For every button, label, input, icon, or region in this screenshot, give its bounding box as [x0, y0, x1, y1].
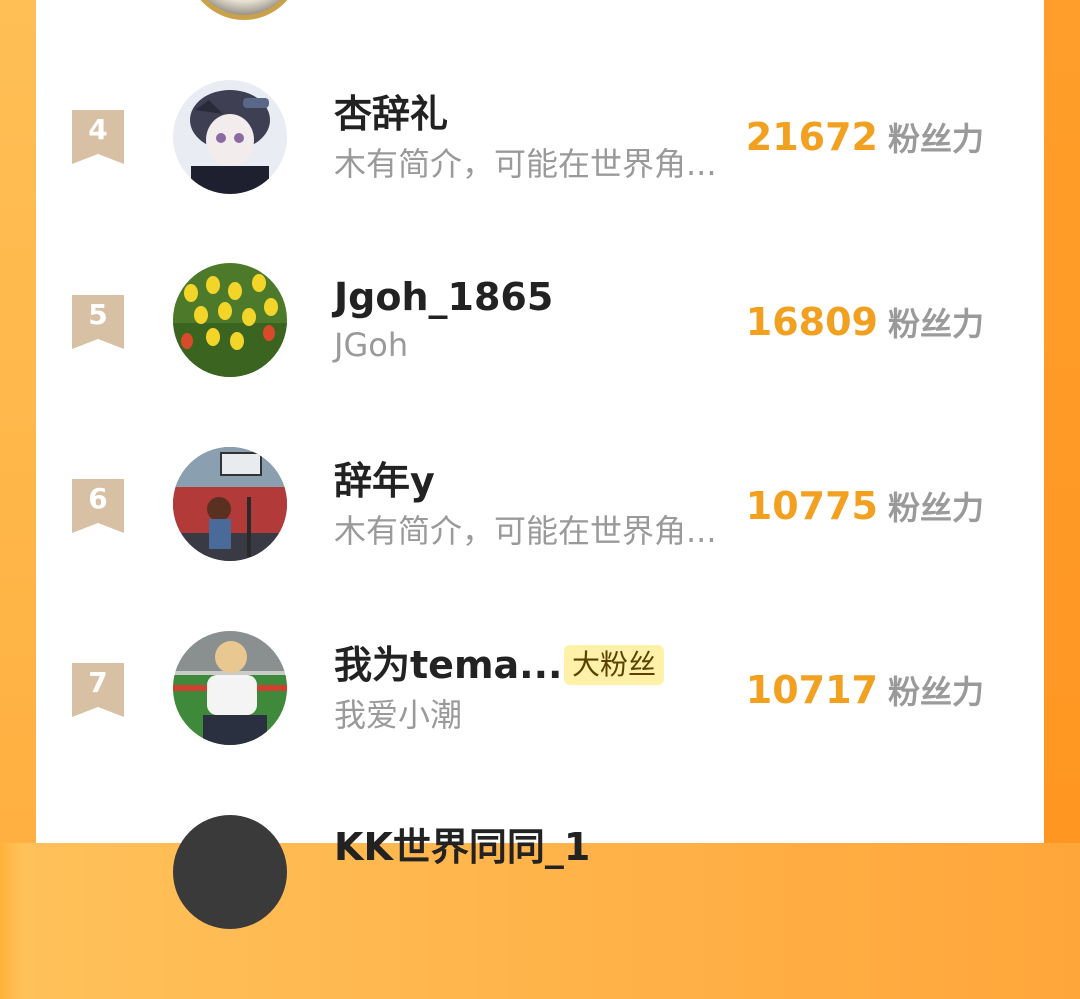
score-value: 16809 [745, 300, 878, 344]
anime-bus-stop-avatar[interactable] [173, 447, 287, 561]
right-frame [1044, 0, 1080, 843]
fan-power-score: 10775 粉丝力 [746, 483, 984, 529]
score-value: 10775 [745, 484, 878, 528]
leaderboard-row[interactable]: 6 辞年y 木有简介，可能在世界角... 10775 粉丝力 [36, 447, 1044, 631]
user-bio: 木有简介，可能在世界角... [334, 512, 717, 550]
fan-power-score: 10717 粉丝力 [746, 667, 984, 713]
score-unit: 粉丝力 [887, 489, 984, 527]
user-name[interactable]: KK世界同同_1 [334, 825, 590, 869]
fan-power-score: 21672 粉丝力 [746, 114, 984, 160]
user-bio: 我爱小潮 [334, 696, 463, 734]
leaderboard-list: 4 杏辞礼 木有简介，可能在世界角... 21672 粉丝力 5 Jgoh_18… [36, 0, 1044, 929]
rank-badge: 4 [72, 110, 124, 164]
fan-power-score: 16809 粉丝力 [746, 299, 984, 345]
left-frame [0, 0, 36, 843]
tulip-field-avatar[interactable] [173, 263, 287, 377]
score-value: 21672 [745, 115, 878, 159]
big-fan-tag: 大粉丝 [564, 645, 665, 685]
user-name[interactable]: 我为tema... [334, 643, 562, 687]
user-name[interactable]: 杏辞礼 [334, 92, 448, 136]
score-value: 10717 [745, 668, 878, 712]
leaderboard-row[interactable]: 5 Jgoh_1865 JGoh 16809 粉丝力 [36, 263, 1044, 447]
rank-badge: 5 [72, 295, 124, 349]
leaderboard-row[interactable]: 4 杏辞礼 木有简介，可能在世界角... 21672 粉丝力 [36, 80, 1044, 264]
avatar-previous-row[interactable] [187, 0, 301, 20]
score-unit: 粉丝力 [887, 305, 984, 343]
user-bio: JGoh [334, 326, 409, 364]
rank-badge: 7 [72, 663, 124, 717]
rank-badge: 6 [72, 479, 124, 533]
leaderboard-row[interactable]: 7 我为tema... 大粉丝 我爱小潮 10717 粉丝力 [36, 631, 1044, 815]
boy-photo-avatar[interactable] [173, 631, 287, 745]
avatar-next-row[interactable] [173, 815, 287, 929]
anime-girl-avatar[interactable] [173, 80, 287, 194]
user-bio: 木有简介，可能在世界角... [334, 145, 717, 183]
user-name[interactable]: 辞年y [334, 459, 435, 503]
user-name[interactable]: Jgoh_1865 [334, 275, 553, 319]
score-unit: 粉丝力 [887, 120, 984, 158]
score-unit: 粉丝力 [887, 673, 984, 711]
